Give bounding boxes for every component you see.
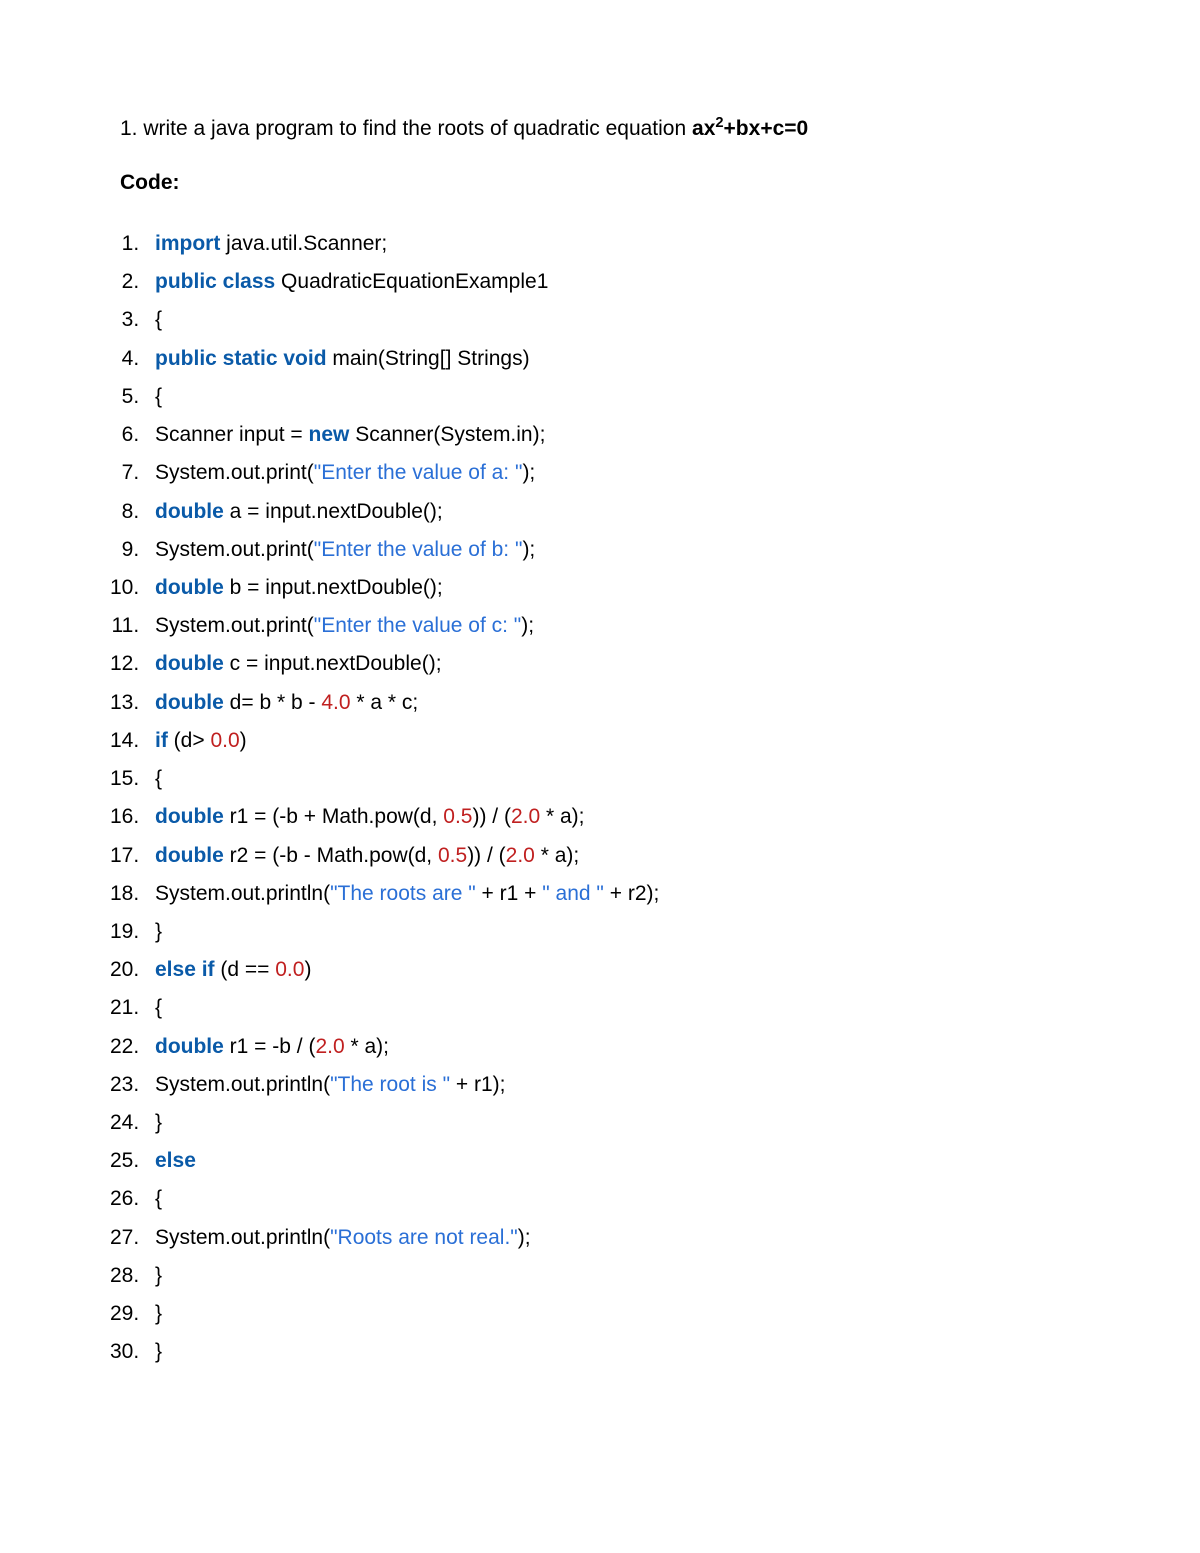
code-line: } bbox=[145, 1104, 1110, 1142]
code-line: double a = input.nextDouble(); bbox=[145, 493, 1110, 531]
code-line: System.out.println("The roots are " + r1… bbox=[145, 875, 1110, 913]
code-line: System.out.print("Enter the value of b: … bbox=[145, 531, 1110, 569]
code-line: double b = input.nextDouble(); bbox=[145, 569, 1110, 607]
code-line: else if (d == 0.0) bbox=[145, 951, 1110, 989]
code-line: public class QuadraticEquationExample1 bbox=[145, 263, 1110, 301]
code-line: } bbox=[145, 1295, 1110, 1333]
code-line: else bbox=[145, 1142, 1110, 1180]
prompt-number: 1. bbox=[120, 117, 138, 140]
code-line: { bbox=[145, 378, 1110, 416]
code-line: public static void main(String[] Strings… bbox=[145, 340, 1110, 378]
code-line: { bbox=[145, 301, 1110, 339]
prompt-text: write a java program to find the roots o… bbox=[143, 117, 686, 140]
code-line: double r2 = (-b - Math.pow(d, 0.5)) / (2… bbox=[145, 837, 1110, 875]
code-listing: import java.util.Scanner; public class Q… bbox=[90, 225, 1110, 1372]
code-line: double r1 = (-b + Math.pow(d, 0.5)) / (2… bbox=[145, 798, 1110, 836]
code-heading: Code: bbox=[120, 171, 1110, 195]
code-line: double c = input.nextDouble(); bbox=[145, 645, 1110, 683]
equation: ax2+bx+c=0 bbox=[692, 117, 808, 140]
code-line: System.out.println("Roots are not real."… bbox=[145, 1219, 1110, 1257]
code-line: } bbox=[145, 1333, 1110, 1371]
code-line: } bbox=[145, 1257, 1110, 1295]
code-line: import java.util.Scanner; bbox=[145, 225, 1110, 263]
code-line: double r1 = -b / (2.0 * a); bbox=[145, 1028, 1110, 1066]
code-line: { bbox=[145, 1180, 1110, 1218]
code-line: { bbox=[145, 760, 1110, 798]
document-page: 1. write a java program to find the root… bbox=[0, 0, 1200, 1472]
code-line: System.out.print("Enter the value of a: … bbox=[145, 454, 1110, 492]
code-line: } bbox=[145, 913, 1110, 951]
code-line: if (d> 0.0) bbox=[145, 722, 1110, 760]
code-line: Scanner input = new Scanner(System.in); bbox=[145, 416, 1110, 454]
code-line: System.out.println("The root is " + r1); bbox=[145, 1066, 1110, 1104]
code-line: System.out.print("Enter the value of c: … bbox=[145, 607, 1110, 645]
code-line: double d= b * b - 4.0 * a * c; bbox=[145, 684, 1110, 722]
code-line: { bbox=[145, 989, 1110, 1027]
question-prompt: 1. write a java program to find the root… bbox=[120, 115, 1110, 141]
